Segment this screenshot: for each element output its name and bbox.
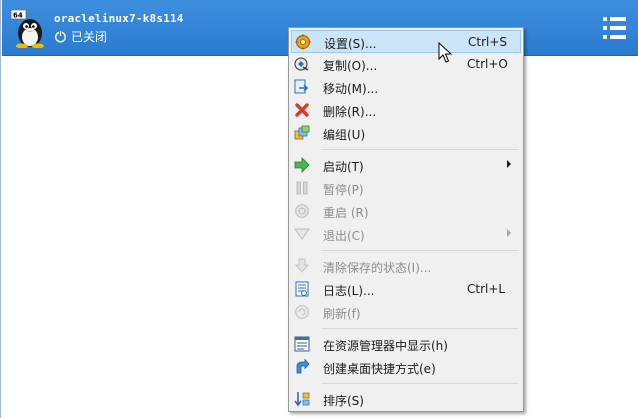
power-off-icon	[54, 31, 67, 43]
menu-item-start[interactable]: 启动(T)	[291, 154, 521, 177]
menu-item-delete[interactable]: 删除(R)...	[291, 99, 521, 122]
menu-item-reset[interactable]: 重启 (R)	[291, 200, 521, 223]
refresh-icon	[295, 305, 309, 319]
sort-icon	[294, 392, 310, 407]
linux-os-icon: 64	[11, 10, 44, 48]
menu-item-log[interactable]: 日志(L)... Ctrl+L	[291, 278, 521, 301]
delete-x-icon	[295, 103, 309, 117]
menu-item-label: 删除(R)...	[323, 105, 377, 119]
explorer-icon	[294, 336, 310, 352]
clone-icon	[294, 57, 309, 71]
log-icon	[295, 281, 309, 297]
menu-item-shortcut: Ctrl+S	[468, 35, 508, 49]
menu-item-label: 退出(C)	[323, 229, 365, 243]
shortcut-icon	[296, 359, 310, 374]
exit-triangle-icon	[294, 228, 310, 240]
menu-item-settings[interactable]: 设置(S)... Ctrl+S	[291, 30, 521, 53]
vm-status: 已关闭	[54, 28, 107, 45]
menu-item-label: 排序(S)	[323, 394, 364, 408]
settings-gear-icon	[295, 34, 311, 50]
vm-name: oraclelinux7-k8s114	[54, 12, 184, 25]
menu-item-label: 清除保存的状态(I)...	[323, 261, 432, 275]
menu-item-create-shortcut[interactable]: 创建桌面快捷方式(e)	[291, 356, 521, 379]
menu-item-label: 启动(T)	[323, 160, 364, 174]
move-icon	[294, 79, 309, 94]
menu-item-sort[interactable]: 排序(S)	[291, 388, 521, 411]
submenu-arrow-icon	[507, 229, 511, 237]
menu-item-shortcut: Ctrl+L	[467, 282, 506, 296]
vm-context-menu: 设置(S)... Ctrl+S 复制(O)... Ctrl+O 移动(M)...…	[288, 27, 524, 412]
menu-item-group[interactable]: 编组(U)	[291, 122, 521, 145]
menu-item-label: 在资源管理器中显示(h)	[323, 339, 448, 353]
group-icon	[294, 125, 310, 140]
menu-separator	[291, 246, 521, 255]
menu-item-refresh[interactable]: 刷新(f)	[291, 301, 521, 324]
menu-item-clone[interactable]: 复制(O)... Ctrl+O	[291, 53, 521, 76]
menu-item-label: 移动(M)...	[323, 82, 379, 96]
submenu-arrow-icon	[507, 160, 511, 168]
menu-separator	[291, 379, 521, 388]
menu-item-pause[interactable]: 暂停(P)	[291, 177, 521, 200]
menu-item-label: 设置(S)...	[324, 37, 377, 51]
menu-item-label: 重启 (R)	[323, 206, 369, 220]
mouse-cursor-icon	[438, 42, 452, 63]
menu-item-label: 创建桌面快捷方式(e)	[323, 362, 436, 376]
menu-separator	[291, 145, 521, 154]
vm-tools-menu-icon[interactable]	[602, 14, 628, 42]
pause-icon	[296, 181, 308, 195]
menu-item-show-in-explorer[interactable]: 在资源管理器中显示(h)	[291, 333, 521, 356]
menu-item-shortcut: Ctrl+O	[467, 57, 508, 71]
os-bit-badge: 64	[13, 12, 23, 20]
start-arrow-icon	[294, 157, 310, 173]
menu-item-exit[interactable]: 退出(C)	[291, 223, 521, 246]
menu-item-move[interactable]: 移动(M)...	[291, 76, 521, 99]
menu-item-label: 刷新(f)	[323, 307, 361, 321]
menu-separator	[291, 324, 521, 333]
menu-item-label: 暂停(P)	[323, 183, 364, 197]
discard-state-icon	[294, 258, 310, 273]
menu-item-discard-state[interactable]: 清除保存的状态(I)...	[291, 255, 521, 278]
menu-item-label: 日志(L)...	[323, 284, 375, 298]
menu-item-label: 编组(U)	[323, 128, 366, 142]
menu-item-label: 复制(O)...	[323, 59, 378, 73]
vm-status-label: 已关闭	[71, 30, 108, 44]
reset-icon	[295, 204, 309, 218]
